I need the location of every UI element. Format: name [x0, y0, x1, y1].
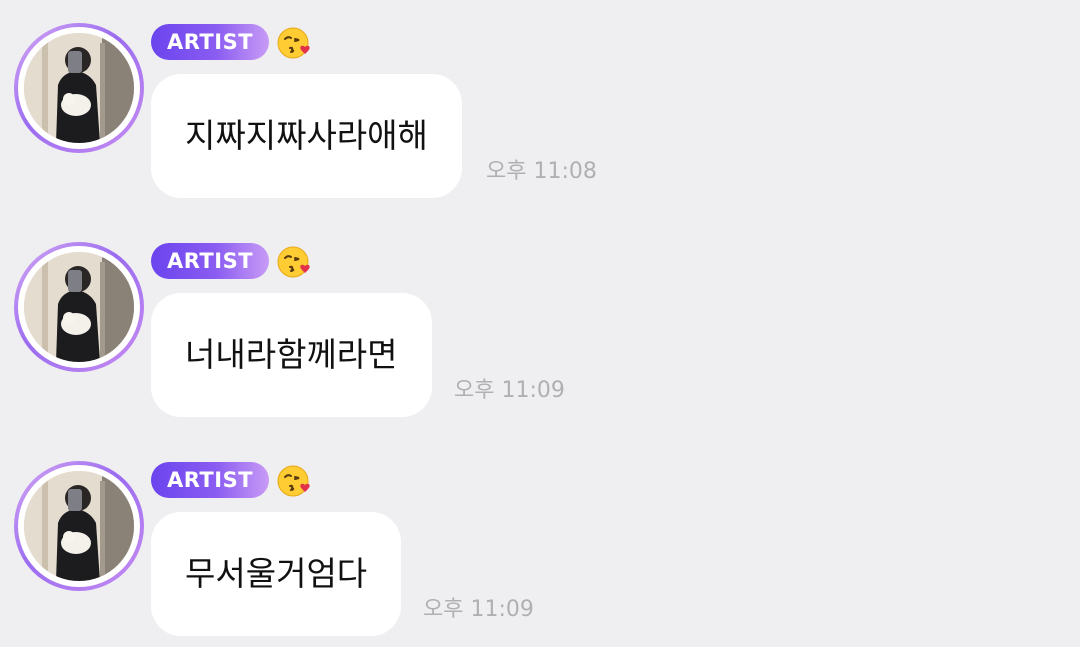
message-bubble[interactable]: 너내라함께라면: [151, 293, 432, 417]
avatar-photo: [24, 252, 134, 362]
kissing-face-with-heart-emoji-icon: [277, 465, 310, 497]
message-bubble[interactable]: 지짜지짜사라애해: [151, 74, 462, 198]
message-bubble[interactable]: 무서울거엄다: [151, 512, 402, 636]
message-timestamp: 오후 11:08: [486, 159, 597, 184]
chat-message: ARTIST 무서울거엄다 오후 11:09: [0, 438, 1080, 638]
avatar[interactable]: [14, 242, 144, 372]
kissing-face-with-heart-emoji-icon: [277, 27, 310, 59]
avatar[interactable]: [14, 461, 144, 591]
avatar-border: [18, 465, 140, 587]
avatar-photo: [24, 33, 134, 143]
kissing-face-with-heart-emoji-icon: [277, 246, 310, 278]
chat-message: ARTIST 지짜지짜사라애해 오후 11:08: [0, 0, 1080, 200]
avatar[interactable]: [14, 23, 144, 153]
artist-badge: ARTIST: [151, 462, 269, 498]
avatar-photo: [24, 471, 134, 581]
artist-badge: ARTIST: [151, 243, 269, 279]
chat-message: ARTIST 너내라함께라면 오후 11:09: [0, 219, 1080, 419]
message-timestamp: 오후 11:09: [454, 378, 565, 403]
avatar-border: [18, 246, 140, 368]
artist-badge: ARTIST: [151, 24, 269, 60]
message-timestamp: 오후 11:09: [423, 597, 534, 622]
avatar-border: [18, 27, 140, 149]
